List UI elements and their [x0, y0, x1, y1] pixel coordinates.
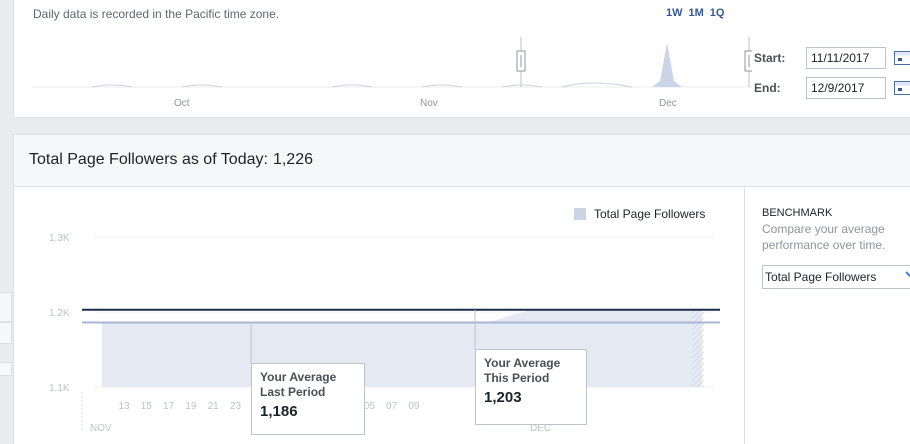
- x-tick-label: 05: [364, 401, 376, 412]
- benchmark-panel: BENCHMARK Compare your average performan…: [762, 207, 910, 289]
- left-gutter-panel: [0, 322, 12, 344]
- avg-last-value: 1,186: [260, 403, 298, 420]
- avg-last-period-box: Your Average Last Period 1,186: [251, 363, 365, 435]
- x-tick-label: 19: [185, 401, 197, 412]
- x-tick-label: 17: [163, 401, 175, 412]
- range-1q-link[interactable]: 1Q: [710, 7, 725, 19]
- mini-month-nov: Nov: [420, 98, 438, 109]
- chart-legend[interactable]: Total Page Followers: [574, 207, 705, 221]
- chart-divider: [744, 187, 745, 444]
- followers-card: Total Page Followers as of Today: 1,226 …: [13, 134, 910, 444]
- card-header: Total Page Followers as of Today: 1,226: [14, 135, 910, 187]
- date-range-card: Daily data is recorded in the Pacific ti…: [13, 0, 910, 118]
- y-tick-label: 1.1K: [49, 383, 70, 394]
- benchmark-description: Compare your average performance over ti…: [762, 222, 886, 252]
- calendar-icon[interactable]: [894, 81, 910, 95]
- legend-swatch: [574, 208, 586, 220]
- x-tick-label: 15: [141, 401, 153, 412]
- chevron-down-icon: [905, 271, 910, 278]
- start-date-input[interactable]: [806, 47, 886, 69]
- y-tick-label: 1.3K: [49, 233, 70, 244]
- x-tick-label: 23: [230, 401, 242, 412]
- benchmark-title: BENCHMARK: [762, 207, 833, 219]
- start-label: Start:: [754, 51, 786, 65]
- start-date-row: Start:: [754, 47, 910, 69]
- avg-last-label-1: Your Average: [260, 370, 337, 384]
- end-date-row: End:: [754, 77, 910, 99]
- timezone-note: Daily data is recorded in the Pacific ti…: [33, 7, 280, 21]
- followers-chart: 1.1K1.2K1.3K1315171921232527290103050709…: [14, 187, 744, 444]
- end-date-input[interactable]: [806, 77, 886, 99]
- benchmark-select-value: Total Page Followers: [765, 270, 877, 284]
- range-1m-link[interactable]: 1M: [689, 7, 704, 19]
- calendar-icon[interactable]: [894, 51, 910, 65]
- avg-this-label-1: Your Average: [484, 356, 561, 370]
- mini-month-oct: Oct: [174, 98, 190, 109]
- x-tick-label: 09: [408, 401, 420, 412]
- x-month-label: NOV: [90, 423, 112, 434]
- projection-hatch: [692, 309, 704, 387]
- x-tick-label: 21: [208, 401, 220, 412]
- legend-label: Total Page Followers: [594, 207, 706, 221]
- y-tick-label: 1.2K: [49, 308, 70, 319]
- followers-area: [102, 309, 702, 387]
- range-selector-chart[interactable]: [32, 25, 752, 115]
- x-tick-label: 07: [386, 401, 398, 412]
- range-1w-link[interactable]: 1W: [666, 7, 683, 19]
- left-gutter-panel: [0, 362, 12, 376]
- mini-month-dec: Dec: [659, 98, 677, 109]
- avg-this-label-2: This Period: [484, 371, 550, 385]
- avg-last-label-2: Last Period: [260, 385, 326, 399]
- x-tick-label: 13: [118, 401, 130, 412]
- left-gutter-panel: [0, 292, 12, 322]
- avg-this-period-box: Your Average This Period 1,203: [475, 349, 587, 425]
- page-title: Total Page Followers as of Today:: [29, 151, 268, 168]
- avg-this-value: 1,203: [484, 389, 522, 406]
- chart-svg: 1.1K1.2K1.3K1315171921232527290103050709…: [49, 233, 720, 434]
- end-label: End:: [754, 81, 781, 95]
- followers-count: 1,226: [272, 151, 313, 168]
- range-links: 1W 1M 1Q: [666, 7, 724, 19]
- benchmark-select[interactable]: Total Page Followers: [762, 265, 910, 289]
